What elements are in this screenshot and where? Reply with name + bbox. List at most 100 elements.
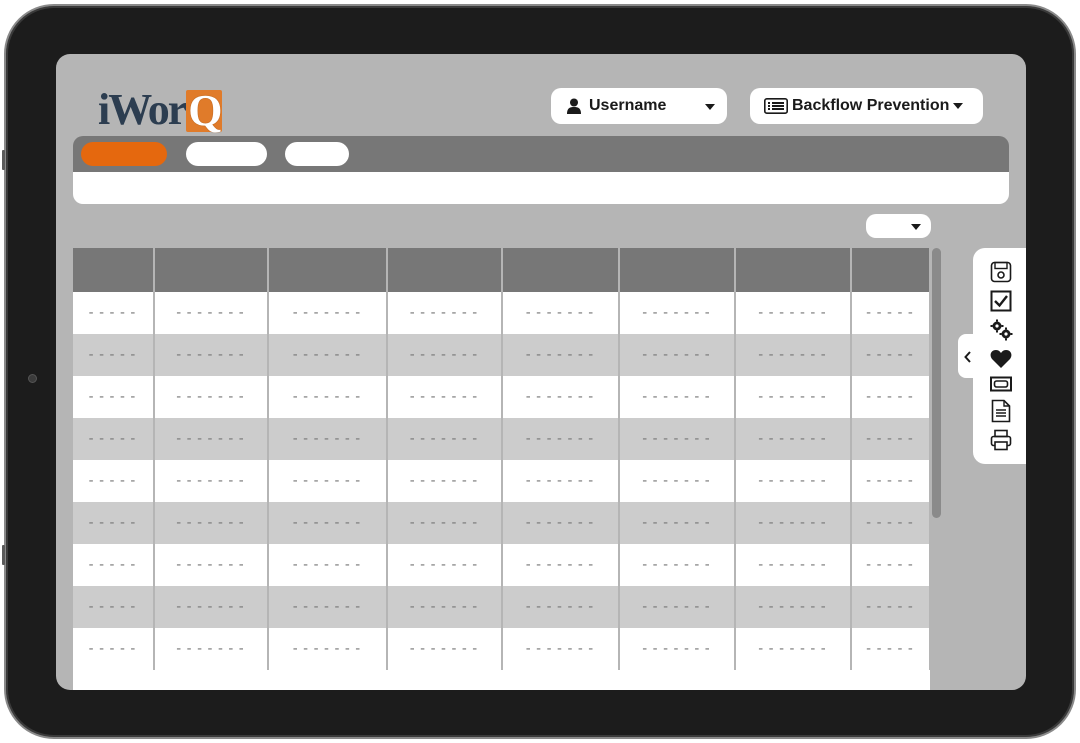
camera	[28, 374, 37, 383]
table-cell: -------	[619, 628, 736, 670]
volume-button	[2, 545, 5, 565]
table-cell: -------	[154, 586, 269, 628]
table-cell: -------	[735, 628, 852, 670]
table-cell: -------	[619, 544, 736, 586]
table-cell: -------	[502, 418, 620, 460]
table-cell: -------	[502, 586, 620, 628]
table-cell: -------	[619, 376, 736, 418]
table-cell: -------	[154, 460, 269, 502]
column-header[interactable]	[73, 248, 155, 292]
column-header[interactable]	[735, 248, 852, 292]
table-cell: -------	[735, 376, 852, 418]
main-nav	[73, 136, 1009, 172]
table-cell: -------	[387, 292, 503, 334]
table-cell: -------	[619, 292, 736, 334]
table-cell: -----	[73, 628, 155, 670]
column-header[interactable]	[387, 248, 503, 292]
table-cell: -------	[502, 502, 620, 544]
document-icon[interactable]	[989, 399, 1013, 423]
action-toolbar	[973, 248, 1026, 464]
table-row[interactable]: ----- ------- ------- ------- ------- -------…	[73, 544, 930, 586]
table-cell: -------	[502, 334, 620, 376]
heart-icon[interactable]	[989, 347, 1013, 371]
nav-tab[interactable]	[285, 142, 349, 166]
table-cell: -------	[154, 292, 269, 334]
chevron-down-icon	[911, 224, 921, 230]
table-cell: -----	[73, 292, 155, 334]
table-cell: -------	[268, 628, 388, 670]
table-cell: -------	[268, 544, 388, 586]
column-header[interactable]	[851, 248, 930, 292]
volume-button	[2, 150, 5, 170]
table-cell: -------	[154, 376, 269, 418]
table-cell: -------	[502, 544, 620, 586]
table-cell: -----	[851, 460, 930, 502]
table-cell: -------	[268, 334, 388, 376]
table-cell: -------	[619, 418, 736, 460]
table-cell: -----	[73, 376, 155, 418]
gears-icon[interactable]	[989, 318, 1013, 342]
module-menu-button[interactable]: Backflow Prevention	[750, 88, 983, 124]
checkbox-icon[interactable]	[989, 289, 1013, 313]
table-cell: -------	[502, 460, 620, 502]
table-cell: -------	[268, 460, 388, 502]
save-icon[interactable]	[989, 260, 1013, 284]
table-cell: -----	[73, 460, 155, 502]
nav-tab-active[interactable]	[81, 142, 167, 166]
table-cell: -----	[851, 292, 930, 334]
logo-q: Q	[186, 86, 222, 135]
table-cell: -----	[73, 586, 155, 628]
ticket-icon[interactable]	[989, 372, 1013, 396]
view-options-dropdown[interactable]	[866, 214, 931, 238]
table-cell: -------	[735, 418, 852, 460]
table-cell: -------	[502, 628, 620, 670]
table-row[interactable]: ----- ------- ------- ------- ------- -------…	[73, 334, 930, 376]
logo-i: i	[98, 85, 110, 134]
table-cell: -----	[851, 418, 930, 460]
column-header[interactable]	[619, 248, 736, 292]
table-cell: -----	[851, 334, 930, 376]
table-cell: -------	[268, 586, 388, 628]
table-cell: -----	[851, 628, 930, 670]
table-cell: -------	[154, 628, 269, 670]
table-cell: -----	[73, 418, 155, 460]
table-cell: -----	[851, 376, 930, 418]
printer-icon[interactable]	[989, 428, 1013, 452]
table-row[interactable]: ----- ------- ------- ------- ------- -------…	[73, 502, 930, 544]
table-cell: -------	[735, 334, 852, 376]
table-cell: -------	[387, 418, 503, 460]
table-cell: -----	[73, 544, 155, 586]
table-row[interactable]: ----- ------- ------- ------- ------- -------…	[73, 628, 930, 670]
column-header[interactable]	[154, 248, 269, 292]
table-cell: -------	[735, 292, 852, 334]
table-row[interactable]: ----- ------- ------- ------- ------- -------…	[73, 292, 930, 334]
logo-wor: Wor	[108, 85, 187, 134]
table-row[interactable]: ----- ------- ------- ------- ------- -------…	[73, 418, 930, 460]
app-screen: i Wor Q Username Backflow Prevention ---…	[56, 54, 1026, 690]
table-cell: -------	[387, 334, 503, 376]
sub-nav-bar	[73, 172, 1009, 204]
chevron-down-icon	[705, 104, 715, 110]
table-cell: -----	[851, 544, 930, 586]
table-row[interactable]: ----- ------- ------- ------- ------- -------…	[73, 586, 930, 628]
column-header[interactable]	[268, 248, 388, 292]
table-cell: -------	[387, 628, 503, 670]
table-row[interactable]: ----- ------- ------- ------- ------- -------…	[73, 460, 930, 502]
table-cell: -------	[502, 292, 620, 334]
table-cell: -------	[619, 460, 736, 502]
user-menu-button[interactable]: Username	[551, 88, 727, 124]
table-cell: -----	[851, 586, 930, 628]
nav-tab[interactable]	[186, 142, 267, 166]
table-cell: -------	[387, 502, 503, 544]
table-cell: -------	[268, 376, 388, 418]
table-row[interactable]: ----- ------- ------- ------- ------- -------…	[73, 376, 930, 418]
table-cell: -------	[154, 418, 269, 460]
table-cell: -------	[619, 334, 736, 376]
table-cell: -------	[735, 502, 852, 544]
table-cell: -------	[735, 460, 852, 502]
table-cell: -------	[735, 544, 852, 586]
module-label: Backflow Prevention	[792, 97, 950, 114]
grid-scrollbar-thumb[interactable]	[932, 248, 941, 518]
column-header[interactable]	[502, 248, 620, 292]
table-cell: -----	[851, 502, 930, 544]
